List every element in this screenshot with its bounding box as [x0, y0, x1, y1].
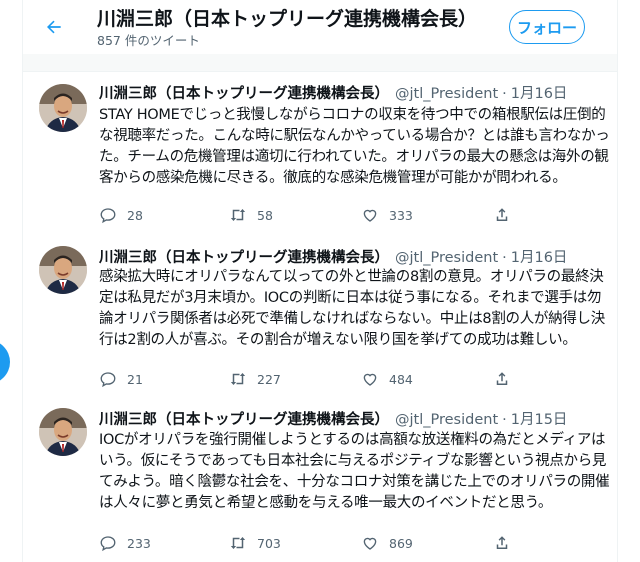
retweet-button[interactable]: 703	[229, 534, 281, 552]
retweet-count: 703	[257, 535, 281, 551]
author-name[interactable]: 川淵三郎（日本トップリーグ連携機構会長）	[99, 412, 389, 428]
like-button[interactable]: 333	[361, 206, 413, 224]
share-icon	[496, 208, 508, 221]
reply-count: 21	[127, 371, 143, 387]
left-sidebar-edge	[0, 0, 22, 562]
separator-dot: ·	[502, 250, 507, 266]
separator-dot: ·	[502, 412, 507, 428]
like-button[interactable]: 869	[361, 534, 413, 552]
reply-button[interactable]: 28	[99, 206, 143, 224]
follow-button[interactable]: フォロー	[509, 10, 585, 44]
tweet-count: 857 件のツイート	[97, 33, 200, 48]
reply-icon	[100, 536, 116, 552]
profile-name: 川淵三郎（日本トップリーグ連携機構会長）	[97, 8, 478, 30]
retweet-count: 58	[257, 207, 273, 223]
avatar[interactable]	[39, 84, 87, 132]
like-count: 333	[389, 207, 413, 223]
retweet-button[interactable]: 227	[229, 370, 281, 388]
share-icon	[496, 536, 508, 549]
tweet-text: IOCがオリパラを強行開催しようとするのは高額な放送権料の為だとメディアはいう。…	[99, 432, 610, 511]
reply-count: 28	[127, 207, 143, 223]
tweet-date[interactable]: 1月15日	[511, 412, 568, 428]
back-button[interactable]	[37, 10, 71, 44]
header-divider	[23, 54, 617, 72]
retweet-icon	[230, 373, 246, 385]
retweet-button[interactable]: 58	[229, 206, 273, 224]
like-button[interactable]: 484	[361, 370, 413, 388]
reply-icon	[100, 208, 116, 224]
timeline-column: 川淵三郎（日本トップリーグ連携機構会長） 857 件のツイート フォロー 川淵三…	[22, 0, 618, 562]
share-icon	[496, 372, 508, 385]
tweet-item[interactable]: 川淵三郎（日本トップリーグ連携機構会長） @jtl_President · 1月16日…	[23, 72, 617, 237]
profile-header: 川淵三郎（日本トップリーグ連携機構会長） 857 件のツイート フォロー	[23, 0, 617, 54]
arrow-left-icon	[47, 20, 61, 34]
tweet-header: 川淵三郎（日本トップリーグ連携機構会長） @jtl_President · 1月16日	[99, 246, 567, 267]
retweet-count: 227	[257, 371, 281, 387]
tweet-header: 川淵三郎（日本トップリーグ連携機構会長） @jtl_President · 1月15日	[99, 408, 567, 429]
tweet-date[interactable]: 1月16日	[511, 250, 568, 266]
author-handle[interactable]: @jtl_President	[395, 86, 498, 102]
heart-icon	[363, 209, 377, 222]
tweet-item[interactable]: 川淵三郎（日本トップリーグ連携機構会長） @jtl_President · 1月16日…	[23, 236, 617, 401]
tweet-compose-button-edge[interactable]	[0, 340, 10, 384]
share-button[interactable]	[493, 534, 511, 552]
author-name[interactable]: 川淵三郎（日本トップリーグ連携機構会長）	[99, 250, 389, 266]
tweet-date[interactable]: 1月16日	[511, 86, 568, 102]
heart-icon	[363, 373, 377, 386]
author-handle[interactable]: @jtl_President	[395, 412, 498, 428]
retweet-icon	[230, 209, 246, 221]
tweet-text: 感染拡大時にオリパラなんて以っての外と世論の8割の意見。オリパラの最終決定は私見…	[99, 269, 605, 348]
tweet-text: STAY HOMEでじっと我慢しながらコロナの収束を待つ中での箱根駅伝は圧倒的な…	[99, 107, 610, 186]
heart-icon	[363, 537, 377, 550]
reply-button[interactable]: 21	[99, 370, 143, 388]
separator-dot: ·	[502, 86, 507, 102]
tweet-header: 川淵三郎（日本トップリーグ連携機構会長） @jtl_President · 1月16日	[99, 82, 567, 103]
tweet-item[interactable]: 川淵三郎（日本トップリーグ連携機構会長） @jtl_President · 1月15日…	[23, 400, 617, 562]
reply-icon	[100, 372, 116, 388]
avatar[interactable]	[39, 408, 87, 456]
reply-button[interactable]: 233	[99, 534, 151, 552]
like-count: 484	[389, 371, 413, 387]
like-count: 869	[389, 535, 413, 551]
share-button[interactable]	[493, 206, 511, 224]
avatar[interactable]	[39, 246, 87, 294]
retweet-icon	[230, 537, 246, 549]
author-handle[interactable]: @jtl_President	[395, 250, 498, 266]
share-button[interactable]	[493, 370, 511, 388]
reply-count: 233	[127, 535, 151, 551]
author-name[interactable]: 川淵三郎（日本トップリーグ連携機構会長）	[99, 86, 389, 102]
